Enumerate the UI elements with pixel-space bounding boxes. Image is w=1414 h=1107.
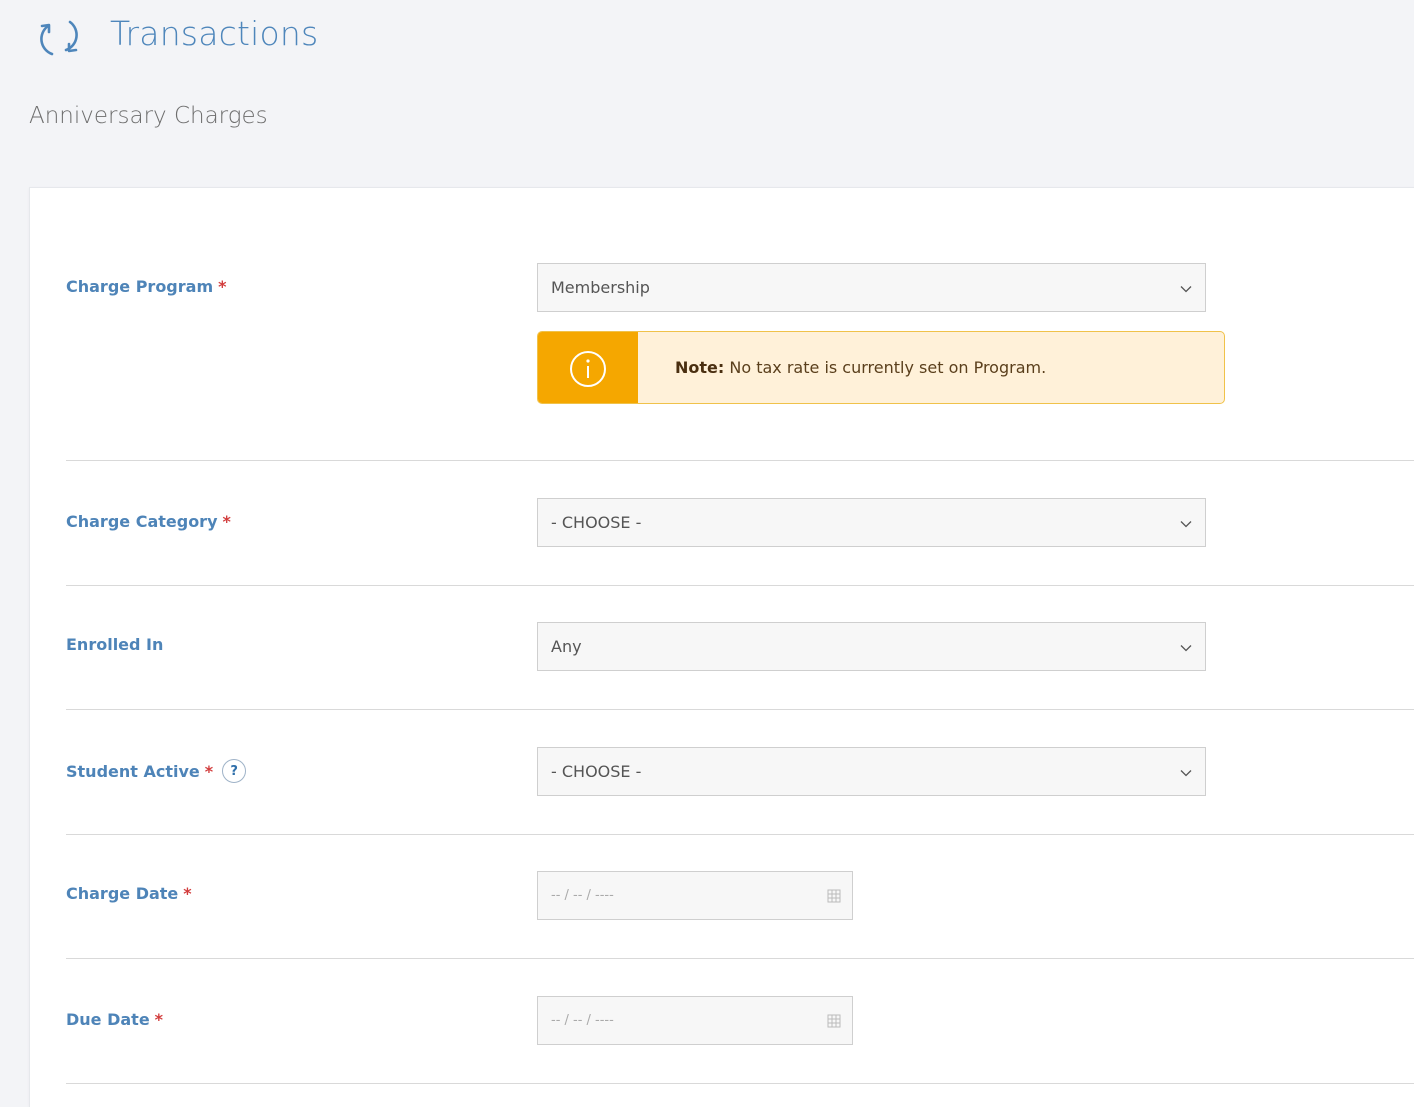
warning-prefix: Note: (675, 358, 725, 377)
enrolled-in-label-text: Enrolled In (66, 635, 164, 654)
charge-program-label-text: Charge Program (66, 277, 214, 296)
chevron-down-icon (1179, 516, 1193, 530)
divider (66, 958, 1414, 959)
required-marker: * (204, 761, 214, 781)
refresh-icon (38, 14, 82, 62)
enrolled-in-select[interactable]: Any (537, 622, 1206, 671)
page-title: Transactions (110, 14, 319, 53)
due-date-label-text: Due Date (66, 1010, 150, 1029)
divider (66, 585, 1414, 586)
required-marker: * (222, 512, 231, 531)
charge-category-value: - CHOOSE - (551, 513, 642, 532)
divider (66, 709, 1414, 710)
info-icon (538, 332, 638, 403)
charge-program-value: Membership (551, 278, 650, 297)
required-marker: * (154, 1010, 164, 1029)
warning-text: No tax rate is currently set on Program. (729, 358, 1047, 377)
page-subtitle: Anniversary Charges (29, 103, 268, 129)
charge-date-label: Charge Date * (66, 884, 192, 903)
warning-message: Note: No tax rate is currently set on Pr… (675, 358, 1046, 377)
enrolled-in-value: Any (551, 637, 582, 656)
form-card: Charge Program * Membership Note: No tax… (29, 187, 1414, 1107)
divider (66, 834, 1414, 835)
calendar-icon[interactable] (827, 1014, 841, 1028)
charge-category-label: Charge Category * (66, 512, 231, 531)
due-date-input[interactable]: -- / -- / ---- (537, 996, 853, 1045)
calendar-icon[interactable] (827, 889, 841, 903)
required-marker: * (183, 884, 192, 903)
tax-rate-warning: Note: No tax rate is currently set on Pr… (537, 331, 1225, 404)
divider (66, 460, 1414, 461)
charge-date-input[interactable]: -- / -- / ---- (537, 871, 853, 920)
chevron-down-icon (1179, 640, 1193, 654)
charge-program-label: Charge Program * (66, 277, 227, 296)
charge-category-select[interactable]: - CHOOSE - (537, 498, 1206, 547)
chevron-down-icon (1179, 281, 1193, 295)
charge-date-placeholder: -- / -- / ---- (551, 888, 614, 903)
student-active-select[interactable]: - CHOOSE - (537, 747, 1206, 796)
student-active-value: - CHOOSE - (551, 762, 642, 781)
charge-program-select[interactable]: Membership (537, 263, 1206, 312)
enrolled-in-label: Enrolled In (66, 635, 163, 654)
chevron-down-icon (1179, 765, 1193, 779)
divider (66, 1083, 1414, 1084)
required-marker: * (218, 277, 227, 296)
charge-date-label-text: Charge Date (66, 884, 179, 903)
due-date-label: Due Date * (66, 1010, 163, 1029)
charge-category-label-text: Charge Category (66, 512, 218, 531)
due-date-placeholder: -- / -- / ---- (551, 1013, 614, 1028)
student-active-label-text: Student Active (66, 761, 200, 781)
help-icon[interactable]: ? (222, 759, 247, 783)
page-header: Transactions (0, 0, 1414, 80)
student-active-label: Student Active * ? (66, 759, 247, 783)
